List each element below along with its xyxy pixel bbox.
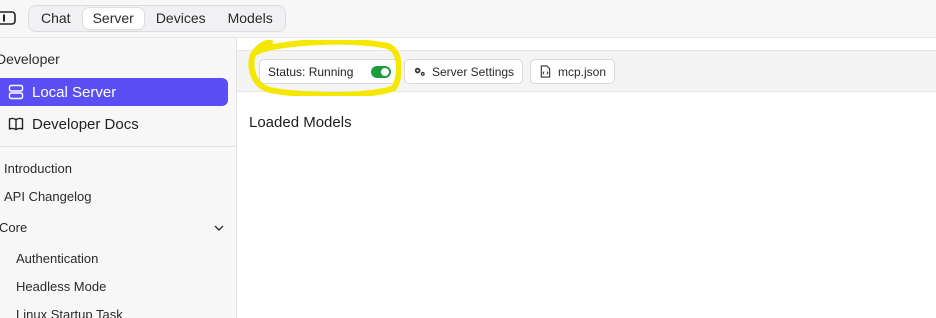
server-status-chip[interactable]: Status: Running bbox=[259, 59, 401, 84]
sidebar-toggle-icon[interactable] bbox=[0, 10, 16, 26]
doc-group-label: Core bbox=[0, 220, 28, 235]
tab-models[interactable]: Models bbox=[218, 8, 283, 29]
loaded-models-heading: Loaded Models bbox=[249, 114, 352, 131]
doc-link-introduction[interactable]: Introduction bbox=[4, 161, 72, 176]
sidebar-section-title: Developer bbox=[0, 51, 60, 67]
doc-link-authentication[interactable]: Authentication bbox=[16, 251, 98, 266]
doc-link-linux-startup-task[interactable]: Linux Startup Task bbox=[16, 307, 123, 318]
chevron-down-icon bbox=[214, 225, 224, 231]
book-icon bbox=[8, 117, 24, 131]
tab-chat[interactable]: Chat bbox=[31, 8, 81, 29]
sidebar-divider bbox=[0, 146, 237, 147]
doc-link-api-changelog[interactable]: API Changelog bbox=[4, 189, 91, 204]
server-settings-button[interactable]: Server Settings bbox=[404, 59, 524, 84]
top-bar: Chat Server Devices Models bbox=[0, 0, 936, 38]
mcp-json-button[interactable]: mcp.json bbox=[530, 59, 616, 84]
tab-server[interactable]: Server bbox=[82, 8, 144, 29]
server-toolbar: Status: Running Server Settings mcp.json bbox=[237, 50, 936, 92]
tab-devices[interactable]: Devices bbox=[146, 8, 216, 29]
doc-group-core[interactable]: Core bbox=[0, 220, 225, 235]
server-icon bbox=[8, 84, 24, 100]
mcp-json-label: mcp.json bbox=[558, 64, 607, 79]
sidebar-item-local-server[interactable]: Local Server bbox=[0, 78, 228, 106]
gears-icon bbox=[414, 67, 425, 76]
sidebar-item-label: Local Server bbox=[32, 83, 117, 101]
server-settings-label: Server Settings bbox=[432, 64, 515, 79]
sidebar-item-developer-docs[interactable]: Developer Docs bbox=[0, 110, 228, 138]
sidebar-item-label: Developer Docs bbox=[32, 115, 139, 133]
file-code-icon bbox=[540, 65, 551, 78]
main-panel: Status: Running Server Settings mcp.json… bbox=[237, 38, 936, 318]
main-tabs: Chat Server Devices Models bbox=[28, 5, 286, 32]
server-status-toggle[interactable] bbox=[371, 65, 392, 78]
status-label: Status: Running bbox=[268, 64, 354, 79]
sidebar: Developer Local Server Developer Docs In… bbox=[0, 38, 237, 318]
doc-link-headless-mode[interactable]: Headless Mode bbox=[16, 279, 106, 294]
